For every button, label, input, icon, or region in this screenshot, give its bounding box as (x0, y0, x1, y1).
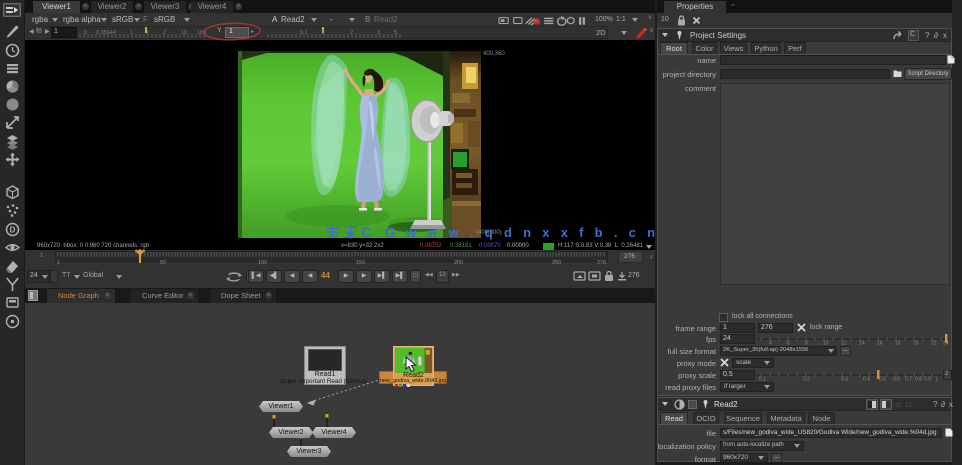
svg-text:0.2: 0.2 (803, 377, 810, 383)
svg-text:14: 14 (859, 341, 865, 347)
svg-text:0.3: 0.3 (841, 377, 848, 383)
svg-text:0.7: 0.7 (905, 377, 912, 383)
svg-text:18: 18 (895, 341, 901, 347)
svg-text:0.5: 0.5 (879, 377, 886, 383)
svg-text:0.9: 0.9 (924, 377, 931, 383)
svg-text:0.4: 0.4 (863, 377, 870, 383)
svg-text:22: 22 (931, 341, 937, 347)
svg-text:D: D (10, 225, 16, 234)
svg-text:0.8: 0.8 (915, 377, 922, 383)
svg-text:16: 16 (877, 341, 883, 347)
svg-text:0.6: 0.6 (893, 377, 900, 383)
svg-text:1: 1 (935, 377, 938, 383)
svg-text:20: 20 (913, 341, 919, 347)
